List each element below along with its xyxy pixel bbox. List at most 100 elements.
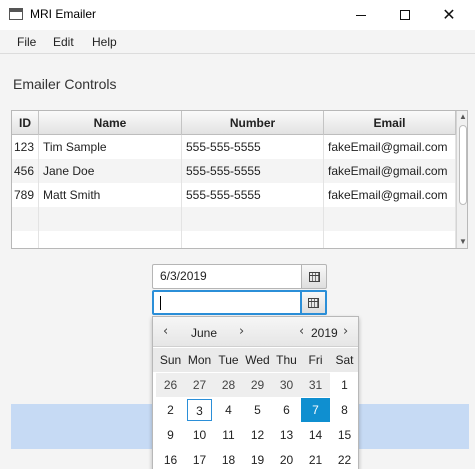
calendar-button-end[interactable] [302,290,327,315]
cell-id: 123 [12,135,39,159]
maximize-icon [400,10,410,20]
app-window-icon [9,8,23,20]
next-month-icon[interactable]: › [239,324,244,339]
prev-year-icon[interactable]: ‹ [299,324,304,339]
maximize-button[interactable] [383,0,427,30]
empty-table-row [12,207,456,231]
cell-id: 456 [12,159,39,183]
cell-name: Jane Doe [39,159,182,183]
menu-edit[interactable]: Edit [53,35,74,49]
minimize-icon [356,14,366,16]
table-row[interactable]: 123 Tim Sample 555-555-5555 fakeEmail@gm… [12,135,456,159]
calendar-button-start[interactable] [302,264,327,289]
calendar-day[interactable]: 13 [272,423,301,447]
empty-cell [12,231,39,248]
date-input-start[interactable]: 6/3/2019 [152,264,302,289]
column-header-name[interactable]: Name [39,111,182,135]
empty-cell [182,207,324,231]
menu-help[interactable]: Help [92,35,117,49]
calendar-icon [308,297,319,308]
empty-cell [39,231,182,248]
cell-email: fakeEmail@gmail.com [324,183,456,207]
empty-cell [324,231,456,248]
cell-email: fakeEmail@gmail.com [324,159,456,183]
empty-cell [12,207,39,231]
calendar-day[interactable]: 11 [214,423,243,447]
calendar-day[interactable]: 9 [156,423,185,447]
empty-table-row [12,231,456,248]
cell-number: 555-555-5555 [182,135,324,159]
calendar-day[interactable]: 27 [185,373,214,397]
weekday-label: Sat [335,353,354,367]
calendar-day[interactable]: 12 [243,423,272,447]
window-title: MRI Emailer [30,7,97,21]
empty-cell [324,207,456,231]
empty-cell [182,231,324,248]
calendar-day[interactable]: 18 [214,448,243,469]
calendar-day[interactable]: 20 [272,448,301,469]
cell-id: 789 [12,183,39,207]
calendar-day[interactable]: 16 [156,448,185,469]
calendar-day[interactable]: 6 [272,398,301,422]
calendar-day[interactable]: 31 [301,373,330,397]
title-bar: MRI Emailer ✕ [0,0,475,30]
close-button[interactable]: ✕ [427,0,471,30]
cell-number: 555-555-5555 [182,183,324,207]
calendar-day[interactable]: 17 [185,448,214,469]
section-title: Emailer Controls [13,76,117,92]
minimize-button[interactable] [339,0,383,30]
calendar-day[interactable]: 29 [243,373,272,397]
calendar-day[interactable]: 4 [214,398,243,422]
calendar-year: 2019 [311,326,338,340]
calendar-header: ‹ June › ‹ 2019 › [153,317,358,347]
scroll-down-icon[interactable]: ▼ [457,236,467,248]
calendar-day[interactable]: 5 [243,398,272,422]
next-year-icon[interactable]: › [343,324,348,339]
text-caret [160,295,161,310]
date-picker-end [152,290,327,315]
calendar-day[interactable]: 15 [330,423,358,447]
weekday-label: Thu [276,353,297,367]
column-header-email[interactable]: Email [324,111,456,135]
column-header-id[interactable]: ID [12,111,39,135]
prev-month-icon[interactable]: ‹ [163,324,168,339]
calendar-popup: ‹ June › ‹ 2019 › Sun Mon Tue Wed Thu Fri Sat … [152,316,359,469]
calendar-day[interactable]: 28 [214,373,243,397]
date-picker-start: 6/3/2019 [152,264,327,289]
calendar-day[interactable]: 10 [185,423,214,447]
table-header: ID Name Number Email [12,111,456,135]
calendar-day[interactable]: 8 [330,398,358,422]
weekday-label: Wed [245,353,270,367]
weekday-label: Mon [187,353,212,367]
weekday-header: Sun Mon Tue Wed Thu Fri Sat [153,348,358,372]
close-icon: ✕ [442,5,456,24]
cell-email: fakeEmail@gmail.com [324,135,456,159]
weekday-label: Tue [218,353,239,367]
calendar-day[interactable]: 14 [301,423,330,447]
empty-cell [39,207,182,231]
cell-name: Matt Smith [39,183,182,207]
calendar-day[interactable]: 1 [330,373,358,397]
calendar-day[interactable]: 7 [301,398,330,422]
column-header-number[interactable]: Number [182,111,324,135]
calendar-day[interactable]: 30 [272,373,301,397]
cell-name: Tim Sample [39,135,182,159]
calendar-day[interactable]: 2 [156,398,185,422]
date-input-end[interactable] [152,290,302,315]
calendar-day[interactable]: 19 [243,448,272,469]
table-row[interactable]: 456 Jane Doe 555-555-5555 fakeEmail@gmai… [12,159,456,183]
scroll-up-icon[interactable]: ▲ [457,111,467,123]
calendar-day[interactable]: 22 [330,448,358,469]
calendar-day[interactable]: 26 [156,373,185,397]
weekday-label: Fri [308,353,323,367]
scroll-thumb[interactable] [459,125,467,205]
table-row[interactable]: 789 Matt Smith 555-555-5555 fakeEmail@gm… [12,183,456,207]
calendar-month: June [191,326,218,340]
calendar-day[interactable]: 21 [301,448,330,469]
calendar-day[interactable]: 3 [187,399,212,421]
menu-bar: File Edit Help [0,30,475,54]
cell-number: 555-555-5555 [182,159,324,183]
menu-file[interactable]: File [17,35,36,49]
contacts-table: ID Name Number Email 123 Tim Sample 555-… [11,110,468,249]
table-scrollbar[interactable]: ▲ ▼ [456,111,467,248]
